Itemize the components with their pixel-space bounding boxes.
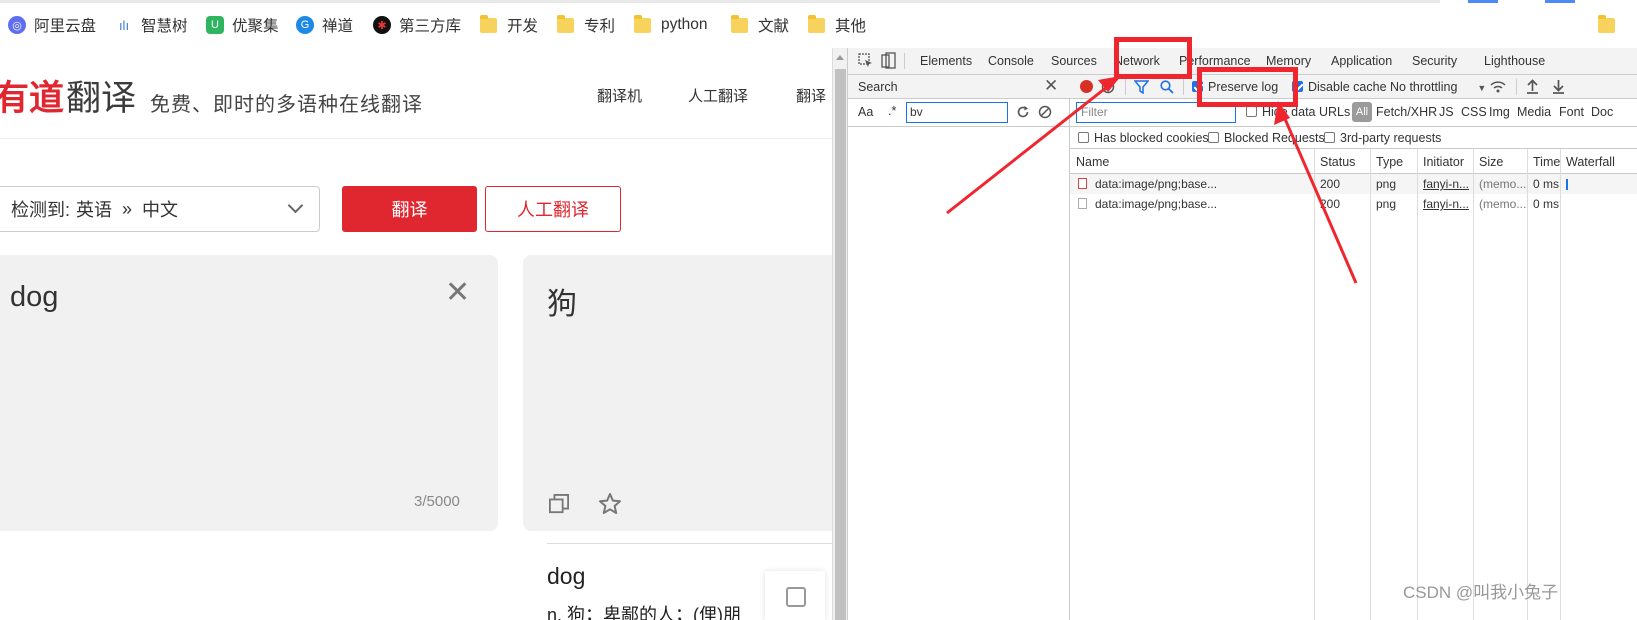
arrow-line-network xyxy=(946,81,1113,215)
screenshot-root: ◎ 阿里云盘 ılı 智慧树 U 优聚集 G 禅道 ✱ 第三方库 开发 专利 p… xyxy=(0,0,1637,620)
annotation-arrows xyxy=(946,76,1358,284)
arrow-line-preserve xyxy=(1280,111,1358,284)
watermark: CSDN @叫我小兔子 xyxy=(1403,583,1559,602)
